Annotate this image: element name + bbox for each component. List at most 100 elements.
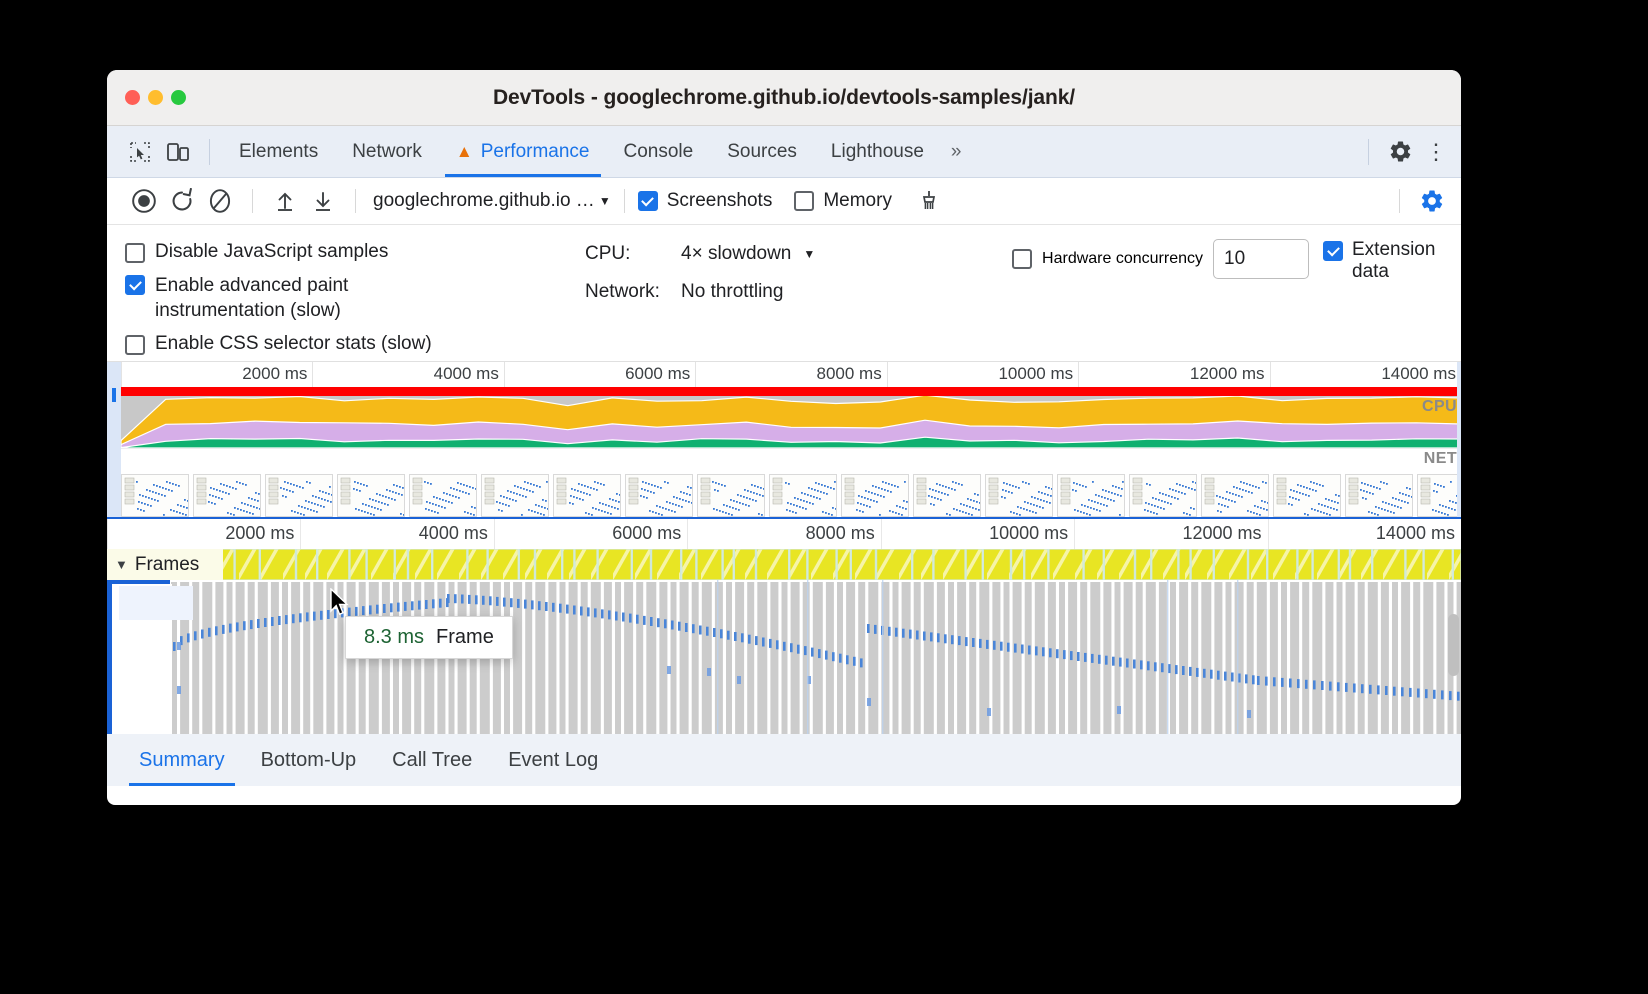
cpu-throttling-select[interactable]: 4× slowdown ▼ bbox=[681, 243, 815, 265]
filmstrip-thumbnail[interactable] bbox=[769, 474, 837, 517]
more-options-icon[interactable]: ⋮ bbox=[1419, 139, 1453, 165]
device-toolbar-icon[interactable] bbox=[159, 133, 197, 171]
inspect-element-icon[interactable] bbox=[121, 133, 159, 171]
screenshots-checkbox[interactable]: Screenshots bbox=[638, 190, 773, 212]
advanced-paint-checkbox[interactable]: Enable advanced paint instrumentation (s… bbox=[125, 273, 585, 323]
overview-cpu-band[interactable]: CPU bbox=[121, 396, 1461, 448]
css-selector-stats-box[interactable] bbox=[125, 335, 145, 355]
capture-settings-gear-icon[interactable] bbox=[1413, 182, 1451, 220]
hardware-concurrency-input[interactable] bbox=[1213, 239, 1309, 279]
filmstrip-thumbnail[interactable] bbox=[409, 474, 477, 517]
advanced-paint-box[interactable] bbox=[125, 275, 145, 295]
ruler-tick: 8000 ms bbox=[695, 362, 886, 387]
ruler-tick: 10000 ms bbox=[881, 519, 1074, 549]
more-tabs-icon[interactable]: » bbox=[941, 141, 970, 163]
ruler-tick-label: 12000 ms bbox=[1190, 364, 1265, 384]
tab-performance[interactable]: ▲ Performance bbox=[439, 126, 607, 177]
ruler-tick-label: 8000 ms bbox=[806, 523, 875, 544]
cpu-throttling-row: CPU: 4× slowdown ▼ bbox=[585, 243, 815, 265]
ruler-tick: 12000 ms bbox=[1078, 362, 1269, 387]
overview-window-right-handle[interactable] bbox=[1457, 362, 1461, 517]
capture-settings-pane: Disable JavaScript samples Enable advanc… bbox=[107, 225, 1461, 362]
memory-checkbox[interactable]: Memory bbox=[794, 190, 892, 212]
filmstrip-thumbnail[interactable] bbox=[985, 474, 1053, 517]
filmstrip-thumbnail[interactable] bbox=[1057, 474, 1125, 517]
network-throttling-value[interactable]: No throttling bbox=[681, 281, 783, 303]
tooltip-duration: 8.3 ms bbox=[364, 626, 424, 649]
upload-profile-icon[interactable] bbox=[266, 182, 304, 220]
flamechart-body[interactable]: 8.3 ms Frame bbox=[107, 580, 1461, 734]
flamechart-vertical-scrollbar[interactable] bbox=[1448, 614, 1459, 676]
tab-console[interactable]: Console bbox=[607, 126, 711, 177]
css-selector-stats-checkbox[interactable]: Enable CSS selector stats (slow) bbox=[125, 333, 585, 355]
screenshots-label: Screenshots bbox=[667, 190, 773, 212]
details-tabs: Summary Bottom-Up Call Tree Event Log bbox=[107, 732, 1461, 786]
target-select[interactable]: googlechrome.github.io … ▼ bbox=[373, 190, 611, 212]
close-window-button[interactable] bbox=[125, 90, 140, 105]
screenshots-checkbox-box[interactable] bbox=[638, 191, 658, 211]
tab-call-tree[interactable]: Call Tree bbox=[374, 734, 490, 786]
filmstrip-thumbnail[interactable] bbox=[1417, 474, 1461, 517]
window-traffic-lights[interactable] bbox=[125, 90, 186, 105]
clear-recording-icon[interactable] bbox=[201, 182, 239, 220]
capture-settings-left-column: Disable JavaScript samples Enable advanc… bbox=[125, 237, 585, 347]
filmstrip-thumbnail[interactable] bbox=[1129, 474, 1197, 517]
memory-checkbox-box[interactable] bbox=[794, 191, 814, 211]
overview-window-left-handle[interactable] bbox=[107, 362, 121, 517]
extension-data-box[interactable] bbox=[1323, 241, 1343, 261]
overview-filmstrip[interactable] bbox=[121, 474, 1461, 517]
tab-lighthouse[interactable]: Lighthouse bbox=[814, 126, 941, 177]
toolbar-divider-1 bbox=[252, 189, 253, 213]
filmstrip-thumbnail[interactable] bbox=[1201, 474, 1269, 517]
hardware-concurrency-box[interactable] bbox=[1012, 249, 1032, 269]
filmstrip-thumbnail[interactable] bbox=[121, 474, 189, 517]
tab-summary[interactable]: Summary bbox=[121, 734, 243, 786]
timeline-overview[interactable]: 2000 ms4000 ms6000 ms8000 ms10000 ms1200… bbox=[107, 362, 1461, 517]
filmstrip-thumbnail[interactable] bbox=[1273, 474, 1341, 517]
overview-net-band[interactable]: NET bbox=[121, 448, 1461, 472]
minimize-window-button[interactable] bbox=[148, 90, 163, 105]
ruler-tick: 4000 ms bbox=[312, 362, 503, 387]
filmstrip-thumbnail[interactable] bbox=[841, 474, 909, 517]
filmstrip-thumbnail[interactable] bbox=[913, 474, 981, 517]
filmstrip-thumbnail[interactable] bbox=[1345, 474, 1413, 517]
tab-network[interactable]: Network bbox=[335, 126, 439, 177]
tab-elements[interactable]: Elements bbox=[222, 126, 335, 177]
chevron-down-icon[interactable]: ▼ bbox=[115, 557, 128, 572]
memory-label: Memory bbox=[823, 190, 892, 212]
filmstrip-thumbnail[interactable] bbox=[265, 474, 333, 517]
flamechart-region: 2000 ms4000 ms6000 ms8000 ms10000 ms1200… bbox=[107, 517, 1461, 732]
filmstrip-thumbnail[interactable] bbox=[481, 474, 549, 517]
filmstrip-thumbnail[interactable] bbox=[337, 474, 405, 517]
tab-event-log[interactable]: Event Log bbox=[490, 734, 616, 786]
disable-js-samples-checkbox[interactable]: Disable JavaScript samples bbox=[125, 241, 585, 263]
disable-js-samples-box[interactable] bbox=[125, 243, 145, 263]
frames-track-header[interactable]: ▼ Frames bbox=[107, 549, 223, 580]
network-throttling-row: Network: No throttling bbox=[585, 281, 815, 303]
filmstrip-thumbnail[interactable] bbox=[697, 474, 765, 517]
tab-bottom-up[interactable]: Bottom-Up bbox=[243, 734, 375, 786]
collect-garbage-icon[interactable] bbox=[910, 182, 948, 220]
chevron-down-icon: ▼ bbox=[599, 194, 611, 208]
panel-tabs: Elements Network ▲ Performance Console S… bbox=[222, 126, 969, 177]
frames-track[interactable]: ▼ Frames bbox=[107, 549, 1461, 580]
record-icon[interactable] bbox=[125, 182, 163, 220]
advanced-paint-label: Enable advanced paint instrumentation (s… bbox=[155, 273, 427, 323]
reload-and-record-icon[interactable] bbox=[163, 182, 201, 220]
maximize-window-button[interactable] bbox=[171, 90, 186, 105]
download-profile-icon[interactable] bbox=[304, 182, 342, 220]
tab-sources[interactable]: Sources bbox=[710, 126, 814, 177]
extension-data-checkbox[interactable]: Extension data bbox=[1323, 239, 1447, 283]
hardware-concurrency-group: Hardware concurrency bbox=[1012, 239, 1309, 279]
gear-icon[interactable] bbox=[1381, 133, 1419, 171]
ruler-tick: 6000 ms bbox=[504, 362, 695, 387]
disable-js-samples-label: Disable JavaScript samples bbox=[155, 241, 388, 263]
ruler-tick-label: 4000 ms bbox=[419, 523, 488, 544]
chevron-down-icon: ▼ bbox=[803, 247, 815, 261]
tab-summary-label: Summary bbox=[139, 749, 225, 772]
filmstrip-thumbnail[interactable] bbox=[553, 474, 621, 517]
filmstrip-thumbnail[interactable] bbox=[625, 474, 693, 517]
filmstrip-thumbnail[interactable] bbox=[193, 474, 261, 517]
ruler-tick: 14000 ms bbox=[1268, 519, 1461, 549]
frames-bars[interactable] bbox=[107, 549, 1461, 580]
